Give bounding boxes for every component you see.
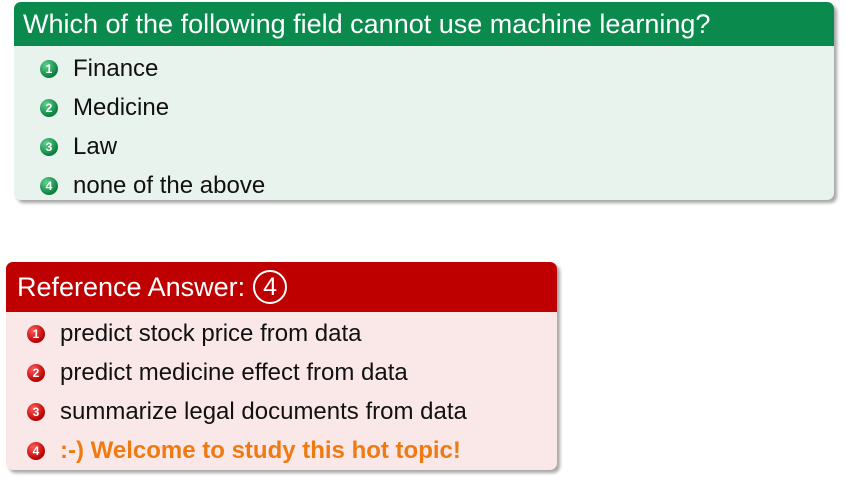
explanation-text: predict stock price from data [60, 319, 362, 347]
explanation-text: :-) Welcome to study this hot topic! [60, 436, 461, 464]
answer-title: Reference Answer: [17, 271, 246, 302]
explanation-item: 2 predict medicine effect from data [27, 353, 557, 392]
option-item: 1 Finance [40, 49, 834, 88]
option-item: 2 Medicine [40, 88, 834, 127]
number-1-bullet-icon: 1 [27, 324, 45, 343]
answer-block: Reference Answer: 4 1 predict stock pric… [6, 262, 557, 470]
explanation-text: summarize legal documents from data [60, 397, 467, 425]
explanation-text: predict medicine effect from data [60, 358, 408, 386]
option-list: 1 Finance 2 Medicine 3 Law 4 none of the… [14, 46, 834, 200]
number-3-bullet-icon: 3 [40, 137, 58, 156]
number-2-bullet-icon: 2 [27, 363, 45, 382]
question-block: Which of the following field cannot use … [14, 2, 834, 200]
option-text: none of the above [73, 171, 266, 199]
answer-header: Reference Answer: 4 [6, 262, 557, 312]
answer-number-circle: 4 [253, 270, 288, 304]
explanation-item: 1 predict stock price from data [27, 314, 557, 353]
number-2-bullet-icon: 2 [40, 98, 58, 117]
question-title: Which of the following field cannot use … [14, 2, 834, 46]
number-4-bullet-icon: 4 [27, 441, 45, 460]
option-text: Finance [73, 54, 159, 82]
number-3-bullet-icon: 3 [27, 402, 45, 421]
option-item: 4 none of the above [40, 166, 834, 200]
option-text: Medicine [73, 93, 170, 121]
number-4-bullet-icon: 4 [40, 176, 58, 195]
explanation-item: 3 summarize legal documents from data [27, 392, 557, 431]
explanation-item-highlight: 4 :-) Welcome to study this hot topic! [27, 431, 557, 470]
explanation-list: 1 predict stock price from data 2 predic… [6, 312, 557, 470]
option-item: 3 Law [40, 127, 834, 166]
option-text: Law [73, 132, 118, 160]
number-1-bullet-icon: 1 [40, 59, 58, 78]
